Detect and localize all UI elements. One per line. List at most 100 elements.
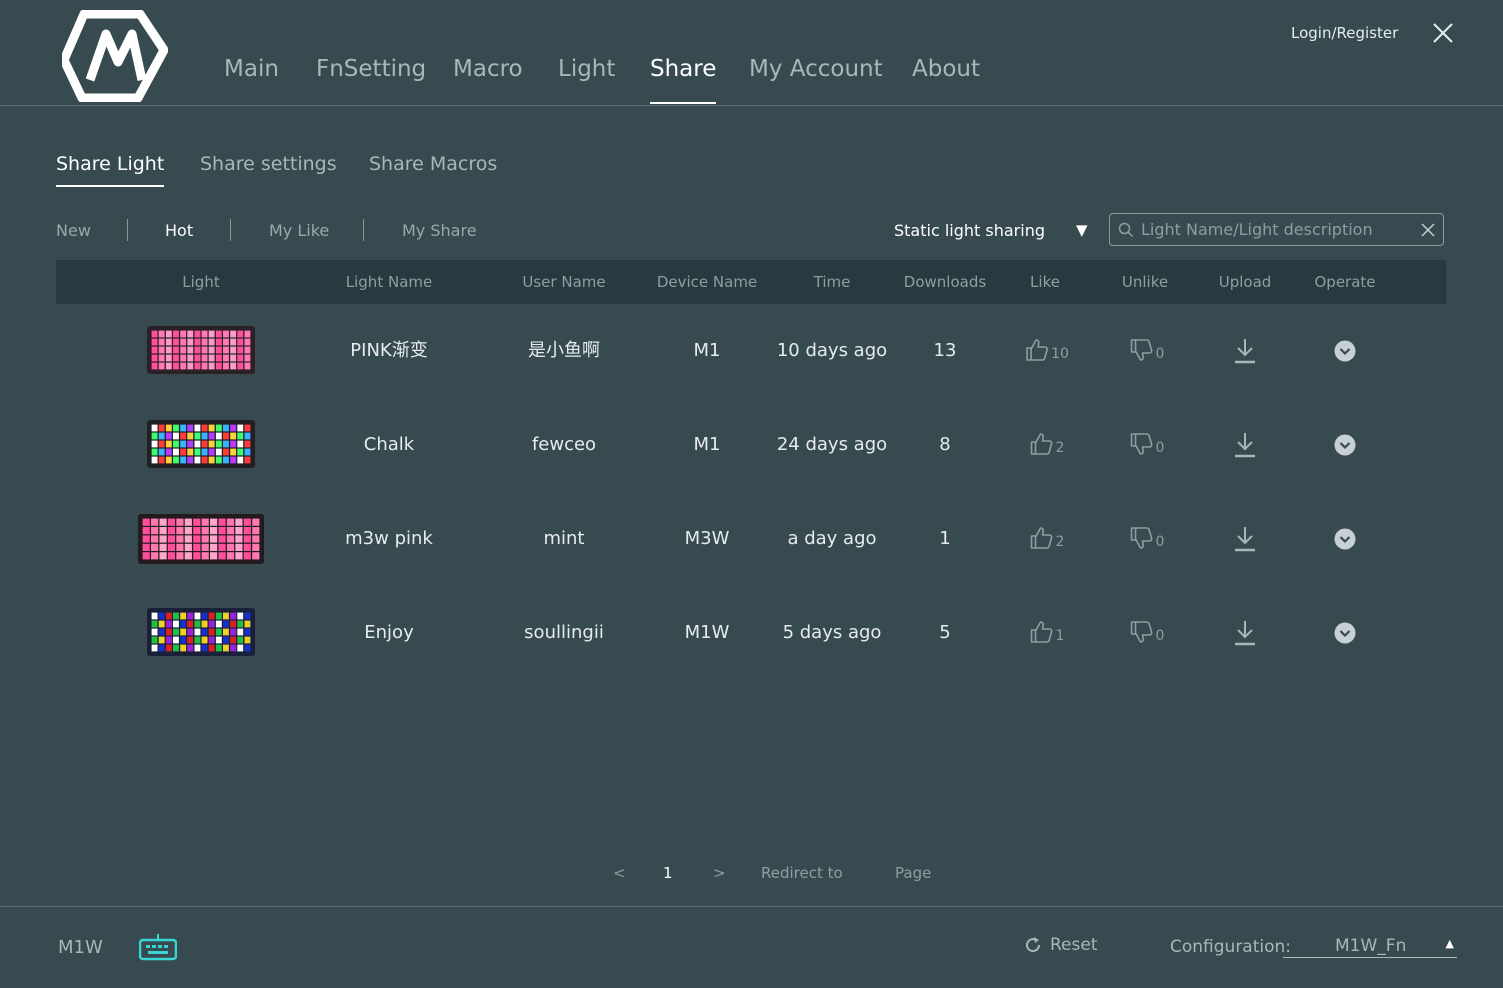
nav-light[interactable]: Light bbox=[558, 56, 615, 82]
thumbs-up-icon bbox=[1026, 339, 1049, 361]
thumbs-down-icon bbox=[1130, 433, 1153, 455]
light-thumbnail[interactable] bbox=[138, 514, 264, 564]
configuration-select[interactable]: M1W_Fn ▲ bbox=[1283, 933, 1457, 958]
filter-hot[interactable]: Hot bbox=[165, 221, 193, 240]
light-name: m3w pink bbox=[345, 528, 433, 549]
page-label: Page bbox=[895, 864, 932, 882]
like-count: 1 bbox=[1055, 628, 1065, 644]
like-button[interactable]: 2 bbox=[1030, 526, 1064, 550]
upload-download-button[interactable] bbox=[1233, 620, 1257, 650]
prev-page-button[interactable]: < bbox=[613, 864, 626, 882]
column-header-like: Like bbox=[1030, 273, 1060, 291]
dropdown-arrow-icon[interactable]: ▼ bbox=[1076, 221, 1088, 239]
like-button[interactable]: 1 bbox=[1030, 620, 1065, 644]
operate-button[interactable] bbox=[1334, 528, 1356, 554]
downloads: 8 bbox=[939, 434, 951, 455]
page-number[interactable]: 1 bbox=[663, 864, 673, 882]
divider bbox=[363, 219, 364, 241]
light-name: Chalk bbox=[363, 434, 415, 455]
keyboard-icon[interactable] bbox=[139, 933, 177, 961]
operate-button[interactable] bbox=[1334, 434, 1356, 460]
nav-about[interactable]: About bbox=[912, 56, 980, 82]
table-row: Chalk fewceo M1 24 days ago 8 2 0 bbox=[56, 398, 1446, 492]
unlike-count: 0 bbox=[1155, 440, 1165, 456]
divider bbox=[127, 219, 128, 241]
unlike-count: 0 bbox=[1155, 534, 1165, 550]
table-row: m3w pink mint M3W a day ago 1 2 0 bbox=[56, 492, 1446, 586]
unlike-count: 0 bbox=[1155, 628, 1165, 644]
user-name: soullingii bbox=[524, 622, 604, 643]
search-box[interactable] bbox=[1109, 213, 1444, 246]
nav-fnsetting[interactable]: FnSetting bbox=[316, 56, 426, 82]
filter-new[interactable]: New bbox=[56, 221, 91, 240]
login-register-link[interactable]: Login/Register bbox=[1291, 24, 1398, 42]
light-name: PINK渐变 bbox=[350, 340, 428, 361]
search-icon bbox=[1118, 222, 1134, 238]
nav-macro[interactable]: Macro bbox=[453, 56, 523, 82]
unlike-button[interactable]: 0 bbox=[1130, 432, 1165, 456]
thumbs-down-icon bbox=[1130, 339, 1153, 361]
thumbs-up-icon bbox=[1030, 527, 1053, 549]
filter-my-share[interactable]: My Share bbox=[402, 221, 477, 240]
next-page-button[interactable]: > bbox=[713, 864, 726, 882]
light-thumbnail[interactable] bbox=[147, 608, 255, 656]
time: 10 days ago bbox=[776, 340, 888, 361]
upload-download-button[interactable] bbox=[1233, 338, 1257, 368]
unlike-button[interactable]: 0 bbox=[1130, 338, 1165, 362]
downloads: 5 bbox=[939, 622, 951, 643]
tab-share-settings[interactable]: Share settings bbox=[200, 153, 337, 175]
operate-button[interactable] bbox=[1334, 340, 1356, 366]
chevron-down-icon bbox=[1334, 340, 1356, 362]
light-name: Enjoy bbox=[364, 622, 414, 643]
device-name-cell: M1 bbox=[693, 340, 721, 361]
configuration-value: M1W_Fn bbox=[1335, 936, 1407, 956]
table-row: PINK渐变 是小鱼啊 M1 10 days ago 13 10 0 bbox=[56, 304, 1446, 398]
like-button[interactable]: 10 bbox=[1025, 338, 1069, 362]
filter-my-like[interactable]: My Like bbox=[269, 221, 329, 240]
upload-download-button[interactable] bbox=[1233, 526, 1257, 556]
nav-my-account[interactable]: My Account bbox=[749, 56, 883, 82]
refresh-icon bbox=[1026, 937, 1041, 953]
download-icon bbox=[1235, 433, 1255, 458]
column-header-unlike: Unlike bbox=[1121, 273, 1169, 291]
divider bbox=[230, 219, 231, 241]
reset-button[interactable]: Reset bbox=[1024, 935, 1098, 955]
table-row: Enjoy soullingii M1W 5 days ago 5 1 0 bbox=[56, 586, 1446, 680]
top-bar bbox=[0, 0, 1503, 106]
chevron-down-icon bbox=[1334, 434, 1356, 456]
download-icon bbox=[1235, 621, 1255, 646]
light-type-dropdown[interactable]: Static light sharing bbox=[894, 221, 1045, 240]
download-icon bbox=[1235, 527, 1255, 552]
column-header-upload: Upload bbox=[1218, 273, 1272, 291]
device-name-cell: M1 bbox=[693, 434, 721, 455]
close-icon[interactable] bbox=[1430, 20, 1456, 46]
search-input[interactable] bbox=[1141, 217, 1411, 242]
unlike-button[interactable]: 0 bbox=[1130, 620, 1165, 644]
thumbs-up-icon bbox=[1030, 621, 1053, 643]
downloads: 13 bbox=[933, 340, 957, 361]
chevron-down-icon bbox=[1334, 528, 1356, 550]
nav-share[interactable]: Share bbox=[650, 56, 717, 104]
tab-share-light[interactable]: Share Light bbox=[56, 153, 165, 187]
user-name: mint bbox=[543, 528, 585, 549]
user-name: 是小鱼啊 bbox=[528, 340, 600, 361]
thumbs-down-icon bbox=[1130, 621, 1153, 643]
like-count: 2 bbox=[1055, 440, 1065, 456]
time: 5 days ago bbox=[782, 622, 882, 643]
upload-download-button[interactable] bbox=[1233, 432, 1257, 462]
like-button[interactable]: 2 bbox=[1030, 432, 1065, 456]
time: a day ago bbox=[787, 528, 877, 549]
light-thumbnail[interactable] bbox=[147, 420, 255, 468]
device-name-cell: M3W bbox=[684, 528, 730, 549]
unlike-button[interactable]: 0 bbox=[1130, 526, 1165, 550]
column-header-device-name: Device Name bbox=[656, 273, 758, 291]
tab-share-macros[interactable]: Share Macros bbox=[369, 153, 497, 175]
column-header-user-name: User Name bbox=[522, 273, 606, 291]
clear-icon[interactable] bbox=[1421, 223, 1435, 237]
light-thumbnail[interactable] bbox=[147, 326, 255, 374]
unlike-count: 0 bbox=[1155, 346, 1165, 362]
user-name: fewceo bbox=[531, 434, 597, 455]
brand-logo bbox=[62, 10, 168, 102]
nav-main[interactable]: Main bbox=[224, 56, 279, 82]
operate-button[interactable] bbox=[1334, 622, 1356, 648]
